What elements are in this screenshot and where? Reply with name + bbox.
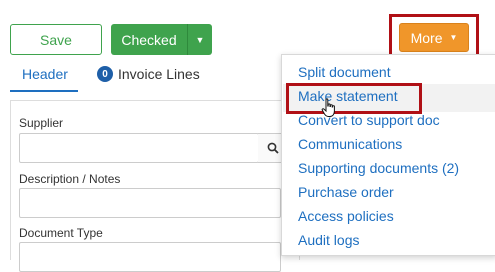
active-tab-indicator bbox=[10, 90, 78, 92]
invoice-lines-count-badge: 0 bbox=[97, 66, 113, 82]
checked-dropdown-toggle[interactable]: ▼ bbox=[187, 24, 212, 55]
supplier-label: Supplier bbox=[19, 116, 64, 130]
tab-invoice-lines[interactable]: Invoice Lines bbox=[118, 66, 200, 82]
menu-item-convert-to-support-doc[interactable]: Convert to support doc bbox=[298, 112, 440, 128]
checked-button[interactable]: Checked bbox=[111, 24, 187, 55]
description-label: Description / Notes bbox=[19, 172, 121, 186]
description-input[interactable] bbox=[19, 188, 281, 218]
more-button-label: More bbox=[410, 29, 443, 46]
menu-item-communications[interactable]: Communications bbox=[298, 136, 402, 152]
menu-item-purchase-order[interactable]: Purchase order bbox=[298, 184, 394, 200]
document-type-label: Document Type bbox=[19, 226, 103, 240]
caret-down-icon: ▼ bbox=[449, 33, 458, 42]
hand-cursor-icon bbox=[321, 98, 335, 117]
tab-header[interactable]: Header bbox=[22, 66, 68, 82]
save-button[interactable]: Save bbox=[10, 24, 102, 55]
menu-item-split-document[interactable]: Split document bbox=[298, 64, 391, 80]
search-icon bbox=[267, 142, 279, 154]
more-button[interactable]: More ▼ bbox=[399, 23, 469, 52]
menu-item-audit-logs[interactable]: Audit logs bbox=[298, 232, 359, 248]
caret-down-icon: ▼ bbox=[195, 34, 205, 45]
menu-item-supporting-documents[interactable]: Supporting documents (2) bbox=[298, 160, 459, 176]
make-statement-highlight bbox=[286, 83, 422, 114]
supplier-input[interactable] bbox=[19, 133, 259, 163]
menu-item-access-policies[interactable]: Access policies bbox=[298, 208, 394, 224]
